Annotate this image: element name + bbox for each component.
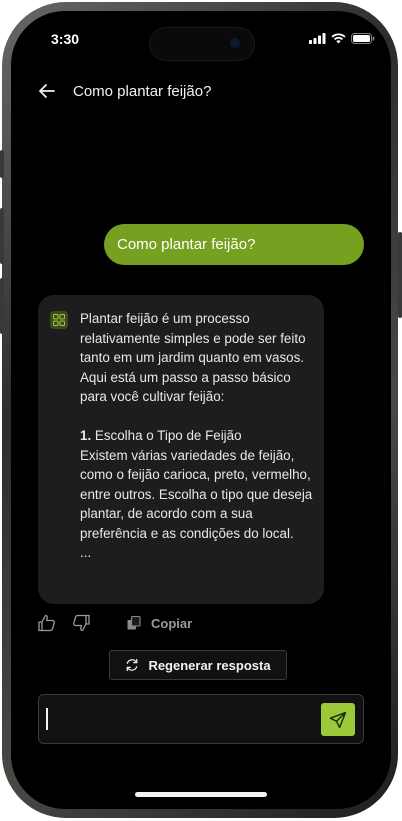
- user-message-bubble: Como plantar feijão?: [104, 224, 364, 265]
- power-button: [398, 232, 402, 318]
- message-input[interactable]: [47, 703, 321, 737]
- assistant-logo-icon: [50, 311, 68, 329]
- refresh-icon: [127, 658, 138, 672]
- signal-icon: [309, 33, 326, 44]
- send-button[interactable]: [321, 703, 355, 736]
- volume-up-button: [0, 208, 4, 264]
- step-number: 1.: [80, 428, 92, 443]
- regenerate-response-button[interactable]: Regenerar resposta: [109, 650, 287, 680]
- send-icon: [329, 711, 347, 728]
- message-actions: Copiar: [37, 613, 192, 633]
- home-indicator[interactable]: [135, 792, 267, 797]
- text-caret: [46, 708, 48, 730]
- status-icons: [309, 33, 375, 44]
- thumbs-up-icon[interactable]: [37, 613, 57, 633]
- assistant-step-body: Existem várias variedades de feijão, com…: [80, 447, 313, 541]
- assistant-step-heading: 1. Escolha o Tipo de Feijão: [80, 426, 315, 446]
- assistant-message-text: Plantar feijão é um processo relativamen…: [80, 309, 315, 563]
- volume-down-button: [0, 278, 4, 334]
- back-arrow-icon[interactable]: [37, 81, 57, 101]
- message-composer: [38, 694, 364, 744]
- action-button: [0, 150, 4, 178]
- battery-icon: [351, 33, 375, 44]
- assistant-ellipsis: ...: [80, 545, 92, 560]
- wifi-icon: [331, 33, 346, 44]
- step-title: Escolha o Tipo de Feijão: [91, 428, 242, 443]
- assistant-message-bubble: Plantar feijão é um processo relativamen…: [38, 295, 324, 604]
- regenerate-label: Regenerar resposta: [148, 657, 271, 673]
- user-message-text: Como plantar feijão?: [117, 236, 256, 253]
- copy-icon: [127, 616, 141, 630]
- dynamic-island: [149, 27, 255, 61]
- screen: 3:30 Como plantar feijão? Como plantar f…: [11, 11, 391, 809]
- copy-label: Copiar: [151, 615, 193, 631]
- thumbs-down-icon[interactable]: [71, 613, 91, 633]
- app-header: Como plantar feijão?: [37, 81, 211, 101]
- copy-button[interactable]: Copiar: [127, 616, 192, 631]
- assistant-intro: Plantar feijão é um processo relativamen…: [80, 311, 306, 404]
- status-time: 3:30: [51, 31, 80, 47]
- front-camera: [230, 38, 240, 48]
- page-title: Como plantar feijão?: [73, 82, 212, 100]
